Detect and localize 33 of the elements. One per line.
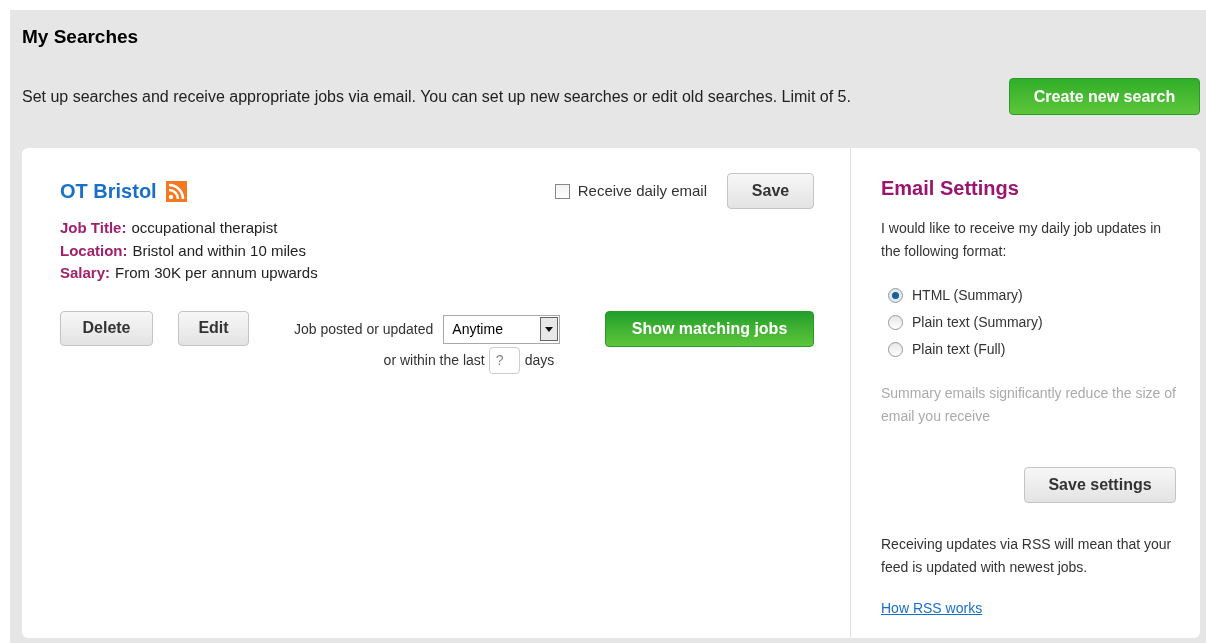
email-settings-title: Email Settings [881,176,1020,201]
summary-note: Summary emails significantly reduce the size of email you receive [881,384,1176,426]
posted-label: Job posted or updated [294,319,434,339]
daily-email-label: Receive daily email [577,180,707,201]
posted-dropdown[interactable]: Anytime [443,314,561,344]
detail-label: Salary: [60,263,111,283]
detail-label: Location: [60,240,128,261]
detail-value: occupational therapist [131,218,278,238]
save-settings-button[interactable]: Save settings [1024,467,1176,503]
days-label: days [524,350,555,370]
save-button[interactable]: Save [727,173,814,209]
description-text: Set up searches and receive appropriate jobs via email. You can set up new searches or edit old searches. Limit of 5. [22,86,851,107]
detail-value: Bristol and within 10 miles [132,240,306,261]
page-title: My Searches [22,25,140,49]
search-title[interactable]: OT Bristol [60,176,157,206]
radio-button[interactable] [888,342,903,357]
how-rss-works-link[interactable]: How RSS works [881,598,983,619]
within-label: or within the last [383,350,485,370]
intro-text: I would like to receive my daily job updates in the following format: [881,219,1163,261]
format-label: HTML (Summary) [912,286,1023,305]
daily-email-checkbox[interactable] [554,183,570,199]
detail-label: Job Title: [60,218,127,238]
format-label: Plain text (Summary) [912,313,1043,332]
days-input[interactable]: ? [488,346,520,374]
radio-button[interactable] [888,315,903,330]
edit-button[interactable]: Edit [178,310,249,346]
format-label: Plain text (Full) [912,340,1006,359]
rss-icon[interactable] [165,180,187,202]
rss-text: Receiving updates via RSS will mean that your feed is updated with newest jobs. [881,535,1173,577]
detail-value: From 30K per annum upwards [115,263,318,283]
delete-button[interactable]: Delete [60,310,153,346]
radio-button[interactable] [888,288,903,303]
caret-icon [540,317,559,341]
